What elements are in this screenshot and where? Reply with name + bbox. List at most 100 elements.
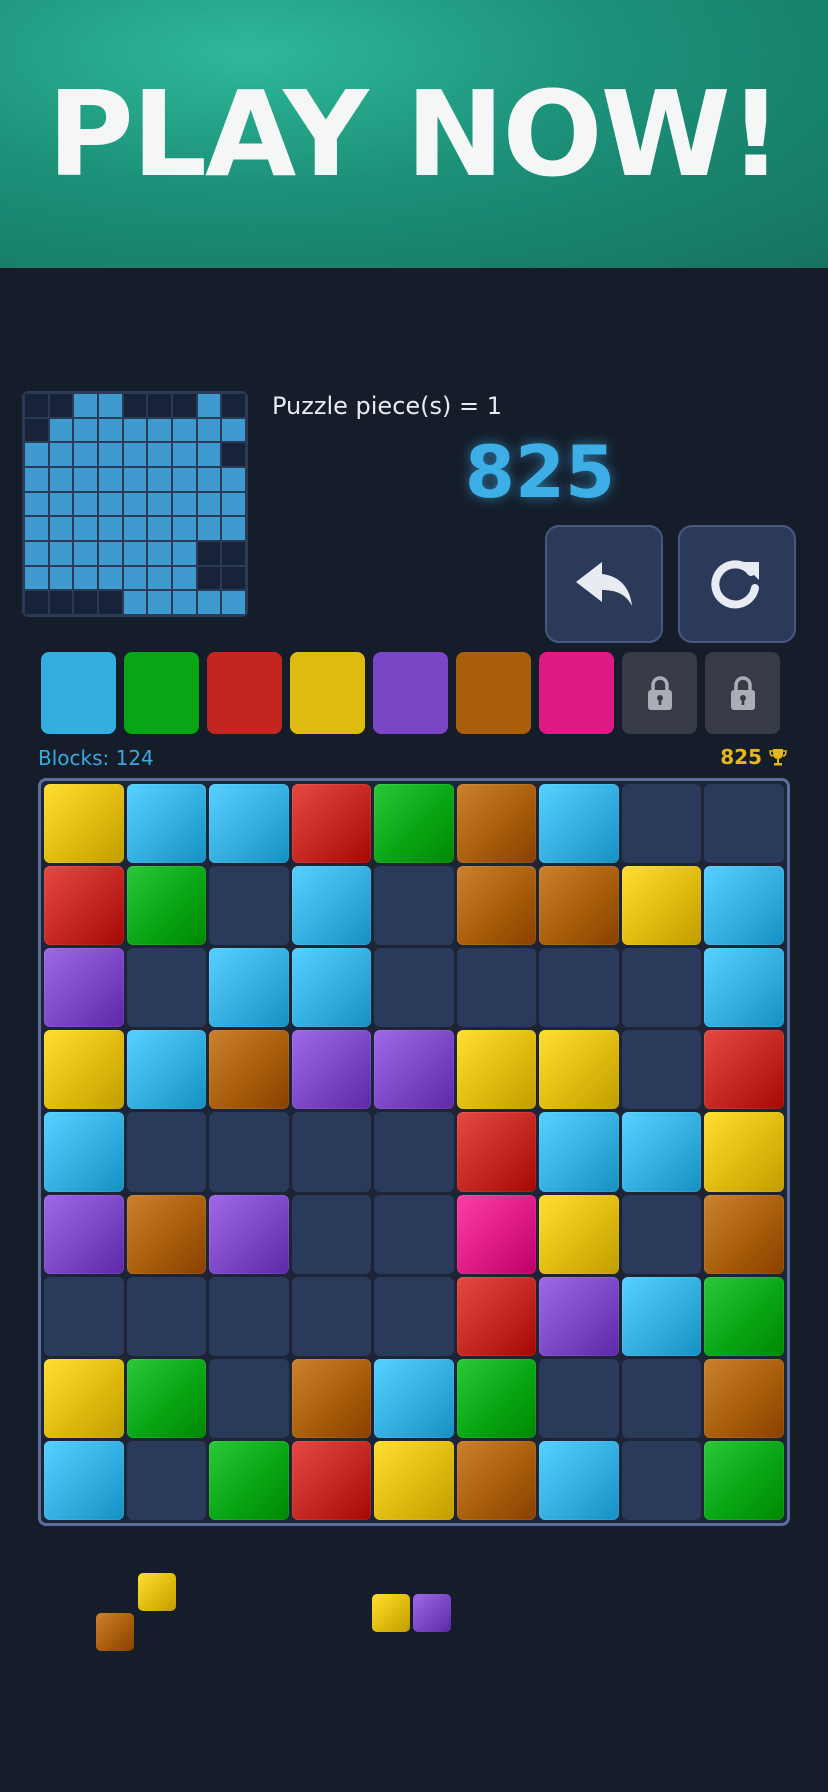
board-cell-empty[interactable] bbox=[126, 948, 207, 1028]
board-cell-purple[interactable] bbox=[374, 1030, 454, 1110]
board-cell-purple[interactable] bbox=[44, 948, 124, 1028]
board-cell-empty[interactable] bbox=[291, 1276, 372, 1356]
board-cell-orange[interactable] bbox=[126, 1194, 207, 1274]
play-now-banner[interactable]: PLAY NOW! bbox=[0, 0, 828, 268]
board-cell-purple[interactable] bbox=[44, 1194, 124, 1274]
board-cell-blue[interactable] bbox=[704, 866, 784, 946]
board-cell-empty[interactable] bbox=[209, 866, 289, 946]
restart-button[interactable] bbox=[678, 525, 796, 643]
board-cell-purple[interactable] bbox=[539, 1276, 619, 1356]
board-cell-blue[interactable] bbox=[539, 784, 619, 864]
board-cell-empty[interactable] bbox=[539, 948, 619, 1028]
tray-piece-2-block[interactable] bbox=[372, 1594, 410, 1632]
board-cell-red[interactable] bbox=[291, 1440, 372, 1520]
board-cell-green[interactable] bbox=[704, 1440, 784, 1520]
board-cell-yellow[interactable] bbox=[44, 1358, 124, 1438]
color-swatch-pink[interactable] bbox=[539, 652, 614, 734]
board-cell-red[interactable] bbox=[44, 866, 124, 946]
board-cell-purple[interactable] bbox=[209, 1194, 289, 1274]
board-cell-empty[interactable] bbox=[621, 1440, 702, 1520]
board-cell-blue[interactable] bbox=[539, 1112, 619, 1192]
tray-piece-1-block[interactable] bbox=[138, 1573, 176, 1611]
board-cell-orange[interactable] bbox=[456, 1440, 537, 1520]
board-cell-blue[interactable] bbox=[539, 1440, 619, 1520]
board-cell-blue[interactable] bbox=[291, 948, 372, 1028]
color-swatch-yellow[interactable] bbox=[290, 652, 365, 734]
board-cell-empty[interactable] bbox=[621, 1358, 702, 1438]
board-cell-blue[interactable] bbox=[209, 784, 289, 864]
board-cell-red[interactable] bbox=[456, 1276, 537, 1356]
board-cell-blue[interactable] bbox=[374, 1358, 454, 1438]
board-cell-empty[interactable] bbox=[126, 1276, 207, 1356]
board-cell-empty[interactable] bbox=[374, 1194, 454, 1274]
board-cell-blue[interactable] bbox=[126, 784, 207, 864]
board-cell-blue[interactable] bbox=[704, 948, 784, 1028]
board-cell-empty[interactable] bbox=[44, 1276, 124, 1356]
board-cell-red[interactable] bbox=[291, 784, 372, 864]
board-cell-orange[interactable] bbox=[539, 866, 619, 946]
board-cell-empty[interactable] bbox=[539, 1358, 619, 1438]
board-cell-blue[interactable] bbox=[621, 1276, 702, 1356]
board-cell-red[interactable] bbox=[456, 1112, 537, 1192]
board-cell-empty[interactable] bbox=[209, 1276, 289, 1356]
board-cell-yellow[interactable] bbox=[539, 1030, 619, 1110]
board-cell-empty[interactable] bbox=[456, 948, 537, 1028]
board-cell-yellow[interactable] bbox=[621, 866, 702, 946]
board-cell-green[interactable] bbox=[126, 1358, 207, 1438]
board-cell-empty[interactable] bbox=[621, 784, 702, 864]
board-cell-blue[interactable] bbox=[44, 1440, 124, 1520]
locked-color-swatch[interactable] bbox=[622, 652, 697, 734]
tray-piece-1-block[interactable] bbox=[96, 1613, 134, 1651]
board-cell-yellow[interactable] bbox=[704, 1112, 784, 1192]
best-score: 825 bbox=[720, 745, 788, 769]
board-cell-blue[interactable] bbox=[209, 948, 289, 1028]
board-cell-green[interactable] bbox=[126, 866, 207, 946]
board-cell-orange[interactable] bbox=[291, 1358, 372, 1438]
locked-color-swatch[interactable] bbox=[705, 652, 780, 734]
board-cell-green[interactable] bbox=[374, 784, 454, 864]
board-cell-blue[interactable] bbox=[44, 1112, 124, 1192]
board-cell-empty[interactable] bbox=[374, 866, 454, 946]
board-cell-empty[interactable] bbox=[374, 948, 454, 1028]
board-cell-empty[interactable] bbox=[291, 1112, 372, 1192]
board-cell-empty[interactable] bbox=[209, 1358, 289, 1438]
board-cell-yellow[interactable] bbox=[44, 784, 124, 864]
board-cell-empty[interactable] bbox=[126, 1112, 207, 1192]
board-cell-pink[interactable] bbox=[456, 1194, 537, 1274]
board-cell-orange[interactable] bbox=[456, 866, 537, 946]
minimap-cell bbox=[171, 540, 197, 566]
color-swatch-blue[interactable] bbox=[41, 652, 116, 734]
color-swatch-red[interactable] bbox=[207, 652, 282, 734]
board-cell-empty[interactable] bbox=[621, 948, 702, 1028]
board-cell-green[interactable] bbox=[704, 1276, 784, 1356]
board-cell-yellow[interactable] bbox=[456, 1030, 537, 1110]
game-board[interactable] bbox=[38, 778, 790, 1526]
board-cell-blue[interactable] bbox=[126, 1030, 207, 1110]
board-cell-empty[interactable] bbox=[209, 1112, 289, 1192]
board-cell-empty[interactable] bbox=[126, 1440, 207, 1520]
board-cell-orange[interactable] bbox=[704, 1358, 784, 1438]
color-swatch-orange[interactable] bbox=[456, 652, 531, 734]
board-cell-red[interactable] bbox=[704, 1030, 784, 1110]
board-cell-empty[interactable] bbox=[704, 784, 784, 864]
board-cell-orange[interactable] bbox=[456, 784, 537, 864]
board-cell-purple[interactable] bbox=[291, 1030, 372, 1110]
tray-piece-2-block[interactable] bbox=[413, 1594, 451, 1632]
board-cell-yellow[interactable] bbox=[539, 1194, 619, 1274]
color-swatch-purple[interactable] bbox=[373, 652, 448, 734]
board-cell-yellow[interactable] bbox=[44, 1030, 124, 1110]
board-cell-blue[interactable] bbox=[621, 1112, 702, 1192]
board-cell-empty[interactable] bbox=[291, 1194, 372, 1274]
board-cell-empty[interactable] bbox=[374, 1112, 454, 1192]
color-swatch-green[interactable] bbox=[124, 652, 199, 734]
board-cell-empty[interactable] bbox=[621, 1194, 702, 1274]
board-cell-yellow[interactable] bbox=[374, 1440, 454, 1520]
board-cell-orange[interactable] bbox=[209, 1030, 289, 1110]
board-cell-blue[interactable] bbox=[291, 866, 372, 946]
board-cell-green[interactable] bbox=[209, 1440, 289, 1520]
board-cell-green[interactable] bbox=[456, 1358, 537, 1438]
board-cell-empty[interactable] bbox=[374, 1276, 454, 1356]
undo-button[interactable] bbox=[545, 525, 663, 643]
board-cell-orange[interactable] bbox=[704, 1194, 784, 1274]
board-cell-empty[interactable] bbox=[621, 1030, 702, 1110]
